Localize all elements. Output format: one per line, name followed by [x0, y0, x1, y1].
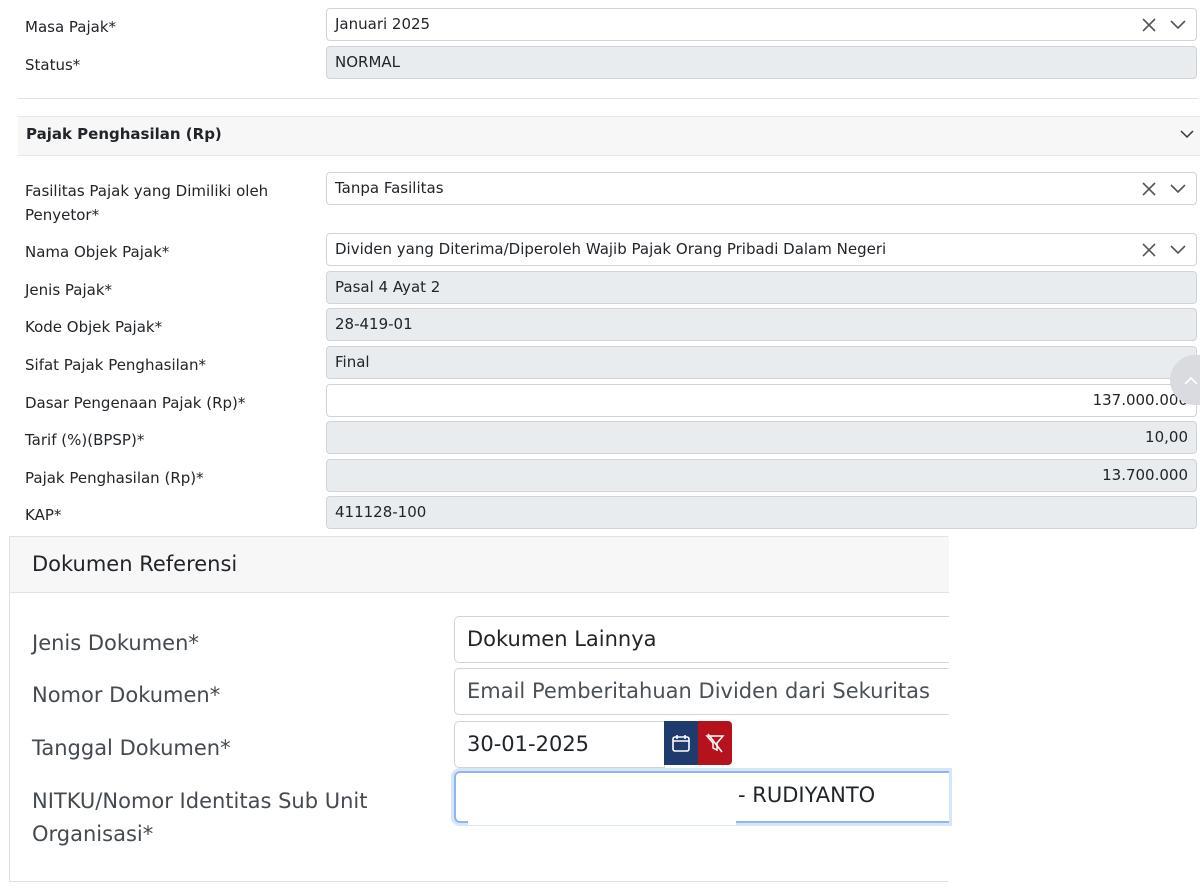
sifat-field: Final — [326, 346, 1197, 379]
tanggal-dokumen-value: 30-01-2025 — [467, 732, 590, 756]
pph-label: Pajak Penghasilan (Rp)* — [25, 469, 204, 487]
nomor-dokumen-value: Email Pemberitahuan Dividen dari Sekurit… — [467, 679, 930, 703]
tanggal-dokumen-input[interactable]: 30-01-2025 — [454, 721, 665, 768]
nitku-label-1: NITKU/Nomor Identitas Sub Unit — [32, 789, 368, 813]
nomor-dokumen-label: Nomor Dokumen* — [32, 683, 221, 707]
jenis-dokumen-value: Dokumen Lainnya — [467, 627, 657, 651]
nomor-dokumen-input[interactable]: Email Pemberitahuan Dividen dari Sekurit… — [454, 668, 949, 715]
pph-field: 13.700.000 — [326, 459, 1197, 492]
filter-clear-icon — [705, 733, 725, 753]
status-value: NORMAL — [335, 53, 401, 71]
kode-objek-label: Kode Objek Pajak* — [25, 318, 163, 336]
chevron-down-icon[interactable] — [1180, 130, 1194, 139]
nama-objek-value: Dividen yang Diterima/Diperoleh Wajib Pa… — [335, 240, 887, 258]
jenis-dokumen-select[interactable]: Dokumen Lainnya — [454, 616, 949, 663]
divider — [18, 98, 1198, 99]
fasilitas-select[interactable]: Tanpa Fasilitas — [326, 172, 1197, 205]
sifat-label: Sifat Pajak Penghasilan* — [25, 356, 207, 374]
tarif-label: Tarif (%)(BPSP)* — [25, 431, 145, 449]
fasilitas-value: Tanpa Fasilitas — [335, 179, 444, 197]
pph-value: 13.700.000 — [1102, 466, 1188, 484]
redaction-mask — [468, 775, 736, 825]
close-icon[interactable] — [1142, 242, 1156, 257]
nitku-select[interactable]: - RUDIYANTO — [454, 771, 949, 825]
sifat-value: Final — [335, 353, 370, 371]
jenis-pajak-value: Pasal 4 Ayat 2 — [335, 278, 441, 296]
chevron-down-icon[interactable] — [1170, 244, 1186, 255]
kode-objek-value: 28-419-01 — [335, 315, 413, 333]
fasilitas-label-2: Penyetor* — [25, 206, 100, 224]
kap-value: 411128-100 — [335, 503, 427, 521]
tarif-field: 10,00 — [326, 421, 1197, 454]
jenis-dokumen-label: Jenis Dokumen* — [32, 631, 199, 655]
kode-objek-field: 28-419-01 — [326, 308, 1197, 341]
section-title: Pajak Penghasilan (Rp) — [26, 125, 222, 143]
nama-objek-select[interactable]: Dividen yang Diterima/Diperoleh Wajib Pa… — [326, 233, 1197, 266]
close-icon[interactable] — [1142, 17, 1156, 32]
close-icon[interactable] — [1142, 181, 1156, 196]
masa-pajak-label: Masa Pajak* — [25, 18, 117, 36]
chevron-down-icon[interactable] — [1170, 19, 1186, 30]
jenis-pajak-field: Pasal 4 Ayat 2 — [326, 271, 1197, 304]
jenis-pajak-label: Jenis Pajak* — [25, 281, 113, 299]
dokumen-referensi-card: Dokumen Referensi Jenis Dokumen* Dokumen… — [9, 536, 949, 882]
dasar-label: Dasar Pengenaan Pajak (Rp)* — [25, 394, 246, 412]
nitku-label-2: Organisasi* — [32, 822, 154, 846]
masa-pajak-value: Januari 2025 — [335, 15, 431, 33]
nama-objek-label: Nama Objek Pajak* — [25, 243, 170, 261]
kap-label: KAP* — [25, 506, 62, 524]
nitku-value: - RUDIYANTO — [738, 783, 876, 807]
chevron-down-icon[interactable] — [1170, 183, 1186, 194]
status-field: NORMAL — [326, 46, 1197, 79]
dokumen-referensi-header: Dokumen Referensi — [10, 537, 949, 593]
fasilitas-label-1: Fasilitas Pajak yang Dimiliki oleh — [25, 182, 269, 200]
pajak-penghasilan-section-header[interactable]: Pajak Penghasilan (Rp) — [18, 116, 1200, 156]
calendar-button[interactable] — [664, 721, 698, 765]
dasar-input[interactable]: 137.000.000 — [326, 384, 1197, 417]
status-label: Status* — [25, 56, 81, 74]
chevron-up-icon — [1184, 376, 1198, 385]
card-title: Dokumen Referensi — [32, 552, 238, 576]
tarif-value: 10,00 — [1145, 428, 1188, 446]
kap-field: 411128-100 — [326, 496, 1197, 529]
calendar-icon — [672, 735, 690, 752]
masa-pajak-select[interactable]: Januari 2025 — [326, 8, 1197, 41]
clear-date-button[interactable] — [698, 721, 732, 765]
tanggal-dokumen-label: Tanggal Dokumen* — [32, 736, 231, 760]
